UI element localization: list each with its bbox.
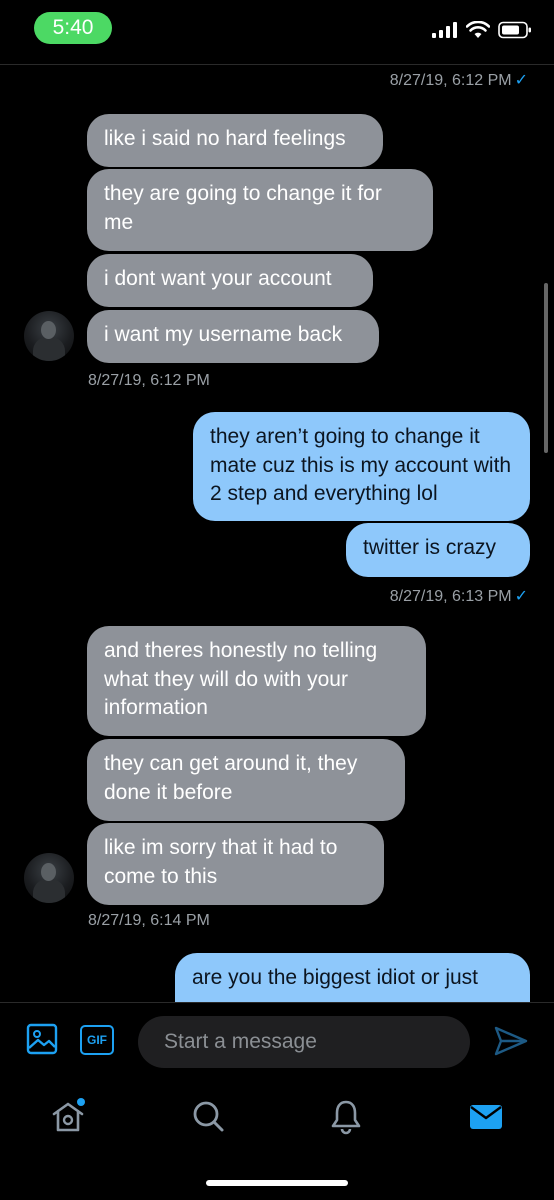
battery-icon (498, 21, 531, 39)
search-icon[interactable] (188, 1096, 228, 1136)
status-bar: 5:40 (0, 0, 554, 62)
read-check-icon: ✓ (514, 588, 528, 605)
contact-avatar[interactable] (24, 853, 74, 903)
message-timestamp: 8/27/19, 6:12 PM (88, 372, 210, 389)
home-indicator[interactable] (206, 1180, 348, 1186)
status-time: 5:40 (34, 12, 112, 44)
outgoing-message[interactable]: they aren’t going to change it mate cuz … (193, 412, 530, 521)
signal-icon (432, 22, 457, 38)
message-timestamp: 8/27/19, 6:13 PM ✓ (389, 588, 528, 605)
incoming-message[interactable]: they can get around it, they done it bef… (87, 739, 405, 821)
contact-avatar[interactable] (24, 311, 74, 361)
scrollbar[interactable] (544, 283, 548, 453)
wifi-icon (466, 21, 490, 38)
messages-icon[interactable] (466, 1096, 506, 1136)
home-icon[interactable] (48, 1096, 88, 1136)
outgoing-message[interactable]: are you the biggest idiot or just (175, 953, 530, 1002)
read-check-icon: ✓ (514, 72, 528, 89)
message-input[interactable]: Start a message (138, 1016, 470, 1068)
message-timestamp: 8/27/19, 6:12 PM ✓ (389, 72, 528, 89)
incoming-message[interactable]: i want my username back (87, 310, 379, 363)
message-timestamp: 8/27/19, 6:14 PM (88, 912, 210, 929)
incoming-message[interactable]: i dont want your account (87, 254, 373, 307)
message-composer: GIF Start a message (0, 1002, 554, 1081)
image-icon[interactable] (26, 1023, 58, 1055)
status-icons (432, 20, 532, 40)
incoming-message[interactable]: like i said no hard feelings (87, 114, 383, 167)
incoming-message[interactable]: like im sorry that it had to come to thi… (87, 823, 384, 905)
incoming-message[interactable]: and theres honestly no telling what they… (87, 626, 426, 736)
notifications-icon[interactable] (326, 1096, 366, 1136)
conversation-thread[interactable]: 8/27/19, 6:12 PM ✓ like i said no hard fe… (0, 65, 554, 1002)
send-icon[interactable] (494, 1025, 528, 1057)
incoming-message[interactable]: they are going to change it for me (87, 169, 433, 251)
gif-button[interactable]: GIF (80, 1025, 114, 1055)
outgoing-message[interactable]: twitter is crazy (346, 523, 530, 577)
